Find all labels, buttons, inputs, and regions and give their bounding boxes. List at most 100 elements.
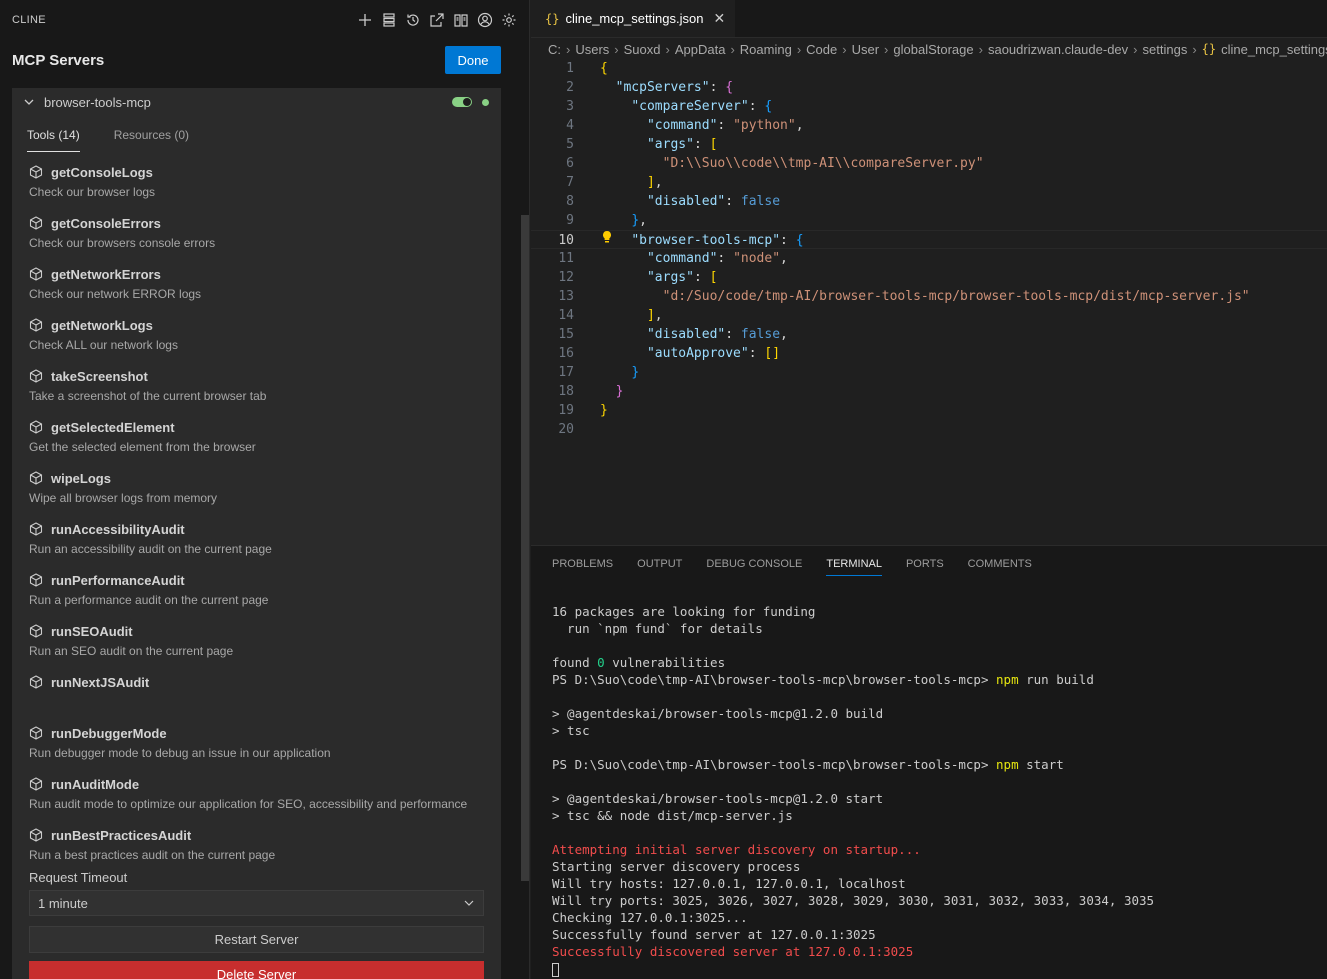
server-stack-icon[interactable] (380, 12, 397, 29)
tool-name: getConsoleLogs (29, 163, 484, 181)
terminal-line: Will try hosts: 127.0.0.1, 127.0.0.1, lo… (552, 876, 906, 891)
tab-comments[interactable]: COMMENTS (968, 546, 1032, 582)
line-content: ], (646, 175, 663, 190)
tool-name-label: runAccessibilityAudit (51, 521, 185, 537)
plus-icon[interactable] (356, 12, 373, 29)
cube-icon (29, 675, 51, 689)
terminal-line: run `npm fund` for details (552, 621, 763, 636)
tool-description: Take a screenshot of the current browser… (29, 389, 267, 403)
tool-item: runDebuggerMode Run debugger mode to debu… (29, 718, 484, 769)
restart-server-button[interactable]: Restart Server (29, 926, 484, 953)
breadcrumb-item[interactable]: globalStorage (893, 42, 973, 57)
terminal-line: Starting server discovery process (552, 859, 801, 874)
terminal-output[interactable]: 16 packages are looking for funding run … (552, 603, 1154, 977)
code-line: 5 "args": [ (531, 135, 1327, 154)
done-button[interactable]: Done (445, 46, 501, 74)
breadcrumb-item[interactable]: settings (1143, 42, 1188, 57)
delete-server-button[interactable]: Delete Server (29, 961, 484, 979)
server-status-dot (482, 98, 489, 106)
chevron-right-icon: › (665, 41, 670, 57)
code-line: 18 } (531, 382, 1327, 401)
code-line: 3 "compareServer": { (531, 97, 1327, 116)
tab-tools[interactable]: Tools (14) (27, 124, 80, 152)
line-content (575, 420, 600, 439)
tool-item: runSEOAudit Run an SEO audit on the curre… (29, 616, 484, 667)
tool-description: Run an accessibility audit on the curren… (29, 542, 272, 556)
editor-tab[interactable]: {} cline_mcp_settings.json ✕ (531, 0, 736, 37)
tab-ports[interactable]: PORTS (906, 546, 944, 582)
breadcrumb-item[interactable]: C: (548, 42, 561, 57)
tool-name-label: runDebuggerMode (51, 725, 167, 741)
tool-item: runAuditMode Run audit mode to optimize o… (29, 769, 484, 820)
tool-name-label: runNextJSAudit (51, 674, 150, 690)
gear-icon[interactable] (500, 12, 517, 29)
tab-debug-console[interactable]: DEBUG CONSOLE (706, 546, 802, 582)
tool-name: getNetworkErrors (29, 265, 484, 283)
terminal-line: Checking 127.0.0.1:3025... (552, 910, 748, 925)
tool-description: Run a performance audit on the current p… (29, 593, 269, 607)
server-header[interactable]: browser-tools-mcp (12, 88, 501, 116)
breadcrumb-item[interactable]: saoudrizwan.claude-dev (988, 42, 1128, 57)
tab-resources[interactable]: Resources (0) (114, 124, 189, 152)
breadcrumb-item[interactable]: Users (575, 42, 609, 57)
tool-name-label: takeScreenshot (51, 368, 148, 384)
tool-description: Run debugger mode to debug an issue in o… (29, 746, 331, 760)
line-number: 15 (558, 327, 574, 342)
breadcrumb-file[interactable]: cline_mcp_settings.json (1221, 42, 1327, 57)
history-icon[interactable] (404, 12, 421, 29)
tool-description: Run an SEO audit on the current page (29, 644, 234, 658)
tool-name-label: getConsoleErrors (51, 215, 161, 231)
chevron-down-icon[interactable] (22, 95, 36, 109)
cube-icon (29, 828, 51, 842)
cube-icon (29, 165, 51, 179)
tab-terminal[interactable]: TERMINAL (826, 546, 882, 582)
breadcrumb-item[interactable]: AppData (675, 42, 726, 57)
tool-name-label: getConsoleLogs (51, 164, 153, 180)
tool-name: runPerformanceAudit (29, 571, 484, 589)
line-content: } (600, 403, 608, 418)
line-number: 8 (566, 194, 574, 209)
terminal-cursor-line[interactable] (552, 960, 1154, 977)
breadcrumb-item[interactable]: User (852, 42, 879, 57)
line-content: } (615, 384, 624, 399)
code-line: 13 "d:/Suo/code/tmp-AI/browser-tools-mcp… (531, 287, 1327, 306)
breadcrumb-item[interactable]: Roaming (740, 42, 792, 57)
code-editor[interactable]: 1{2 "mcpServers": {3 "compareServer": {4… (531, 59, 1327, 439)
sidebar-scrollbar[interactable] (521, 215, 529, 881)
terminal-cursor (552, 962, 559, 977)
tool-name-label: runPerformanceAudit (51, 572, 185, 588)
code-line: 6 "D:\\Suo\\code\\tmp-AI\\compareServer.… (531, 154, 1327, 173)
tab-output[interactable]: OUTPUT (637, 546, 682, 582)
line-content: "disabled": false, (646, 327, 788, 342)
server-enable-toggle[interactable] (452, 97, 472, 107)
line-number: 12 (558, 270, 574, 285)
breadcrumb-item[interactable]: Suoxd (624, 42, 661, 57)
breadcrumb-item[interactable]: Code (806, 42, 837, 57)
close-icon[interactable]: ✕ (713, 10, 725, 27)
line-number: 20 (558, 422, 574, 437)
cline-topbar: CLINE (0, 0, 529, 40)
cline-sidebar: CLINE MCP Servers Done browser-tools-mcp… (0, 0, 530, 979)
tool-item: getConsoleLogs Check our browser logs (29, 157, 484, 208)
code-line: 8 "disabled": false (531, 192, 1327, 211)
tool-description: Check our browsers console errors (29, 236, 216, 250)
terminal-line: > tsc (552, 723, 590, 738)
line-content: "disabled": false (646, 194, 781, 209)
popout-icon[interactable] (428, 12, 445, 29)
toolbar-icons (356, 12, 517, 29)
cube-icon (29, 777, 51, 791)
account-icon[interactable] (476, 12, 493, 29)
book-icon[interactable] (452, 12, 469, 29)
panel-tabs: PROBLEMS OUTPUT DEBUG CONSOLE TERMINAL PORTS… (531, 546, 1327, 582)
terminal-line: PS D:\Suo\code\tmp-AI\browser-tools-mcp\… (552, 672, 1094, 687)
line-number: 17 (558, 365, 574, 380)
code-line: 11 "command": "node", (531, 249, 1327, 268)
line-number: 3 (566, 99, 574, 114)
line-content: "command": "node", (646, 251, 788, 266)
tab-problems[interactable]: PROBLEMS (552, 546, 613, 582)
cube-icon (29, 267, 51, 281)
timeout-select[interactable]: 1 minute (29, 890, 484, 916)
lightbulb-icon[interactable] (601, 230, 613, 244)
code-line: 17 } (531, 363, 1327, 382)
